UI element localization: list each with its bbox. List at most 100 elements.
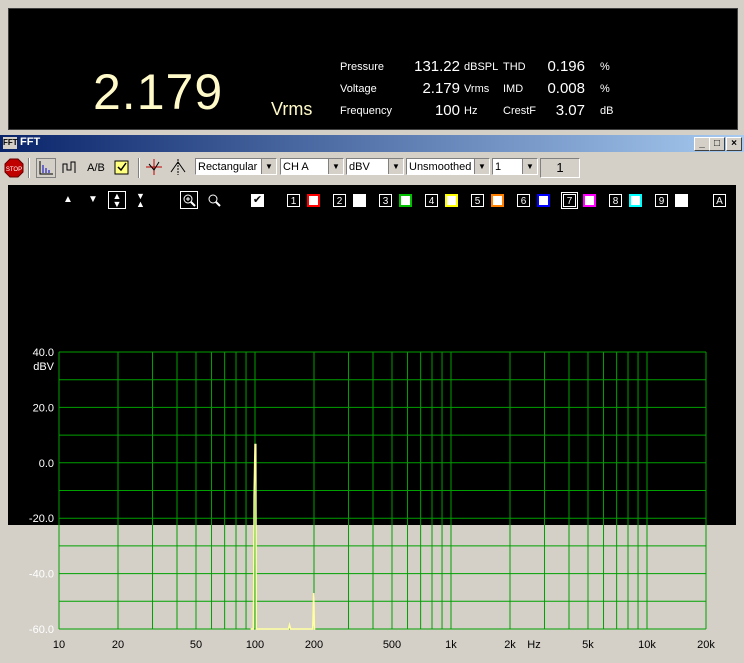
trace-1-color-swatch[interactable] [307,194,320,207]
frequency-unit: Hz [464,105,478,117]
x-tick-label: 10 [53,639,65,651]
zoom-out-button[interactable] [206,192,222,211]
cursor-icon [146,159,162,175]
trace-enable-checkbox[interactable]: ✔ [251,194,264,207]
channel-value: CH A [283,161,309,173]
trace-2-color-swatch[interactable] [353,194,366,207]
chevron-down-icon[interactable]: ▼ [261,159,276,174]
meter-row-pressure: Pressure 131.22 dBSPL THD 0.196 % [340,58,640,76]
x-tick-label: 50 [190,639,202,651]
x-tick-label: 2k [504,639,516,651]
thd-unit: % [600,61,610,73]
trace-6-number[interactable]: 6 [517,194,530,207]
unit-value: dBV [349,161,370,173]
crestf-value: 3.07 [555,102,585,119]
stop-button[interactable]: STOP [4,158,24,178]
trace-9-color-swatch[interactable] [675,194,688,207]
thd-value: 0.196 [547,58,585,75]
trace-7-number[interactable]: 7 [561,192,578,209]
stop-icon: STOP [4,158,24,178]
zoom-out-icon [208,194,221,207]
peak-button[interactable] [168,158,188,178]
scroll-down-icon[interactable]: ▼ [88,194,98,205]
trace-5-color-swatch[interactable] [491,194,504,207]
pressure-label: Pressure [340,61,385,73]
trace-6-color-swatch[interactable] [537,194,550,207]
pressure-value: 131.22 [414,58,460,75]
maximize-button[interactable]: □ [709,137,725,151]
svg-text:STOP: STOP [6,167,22,173]
trace-4-number[interactable]: 4 [425,194,438,207]
toolbar-separator [28,158,30,178]
checklist-icon [114,160,129,175]
imd-value: 0.008 [547,80,585,97]
x-tick-label: 20 [112,639,124,651]
meter-display: 2.179 Vrms Pressure 131.22 dBSPL THD 0.1… [8,8,738,130]
meter-row-frequency: Frequency 100 Hz CrestF 3.07 dB [340,102,640,120]
spectrum-icon [39,161,53,175]
voltage-label: Voltage [340,83,377,95]
trace-4-color-swatch[interactable] [445,194,458,207]
pressure-unit: dBSPL [464,61,499,73]
imd-unit: % [600,83,610,95]
toolbar: STOP A/B Rectangular ▼ CH A ▼ dBV ▼ Unsm… [0,154,744,182]
trace-7-color-swatch[interactable] [583,194,596,207]
voltage-value: 2.179 [422,80,460,97]
fft-window: FFT FFT _ □ × STOP A/B Rectangular ▼ CH … [0,135,744,651]
meter-panel: 2.179 Vrms Pressure 131.22 dBSPL THD 0.1… [0,0,744,133]
trace-1-number[interactable]: 1 [287,194,300,207]
chevron-down-icon[interactable]: ▼ [328,159,343,174]
ab-compare-button[interactable]: A/B [86,158,106,178]
trace-5-number[interactable]: 5 [471,194,484,207]
crestf-unit: dB [600,105,614,117]
x-tick-label: 1k [445,639,457,651]
title-bar[interactable]: FFT FFT _ □ × [0,135,744,152]
trace-8-color-swatch[interactable] [629,194,642,207]
zoom-in-button[interactable] [180,191,198,209]
x-tick-label: 100 [246,639,264,651]
cursor-button[interactable] [144,158,164,178]
spectrum-view-button[interactable] [36,158,56,178]
checklist-button[interactable] [112,158,132,178]
expand-vertical-icon[interactable]: ▲ ▼ [108,191,126,209]
average-select[interactable]: 1 ▼ [492,158,538,175]
main-reading: 2.179 [93,64,224,120]
window-title: FFT [20,136,41,148]
x-tick-label: 5k [582,639,594,651]
plot-area[interactable] [8,185,736,525]
main-reading-unit: Vrms [271,99,313,119]
close-button[interactable]: × [726,137,742,151]
chevron-down-icon[interactable]: ▼ [522,159,537,174]
trace-8-number[interactable]: 8 [609,194,622,207]
trace-3-number[interactable]: 3 [379,194,392,207]
imd-label: IMD [503,83,524,95]
x-tick-label: 20k [697,639,715,651]
average-value: 1 [495,161,502,173]
waveform-icon [62,161,76,173]
fft-app-icon[interactable]: FFT [3,137,18,149]
average-counter: 1 [540,158,580,178]
frequency-label: Frequency [340,105,392,117]
channel-select[interactable]: CH A ▼ [280,158,344,175]
trace-9-number[interactable]: 9 [655,194,668,207]
trace-a-button[interactable]: A [713,194,726,207]
minimize-button[interactable]: _ [694,137,710,151]
toolbar-separator [138,158,140,178]
scroll-up-icon[interactable]: ▲ [63,194,73,205]
window-type-select[interactable]: Rectangular ▼ [195,158,277,175]
trace-2-number[interactable]: 2 [333,194,346,207]
voltage-unit: Vrms [464,83,490,95]
meter-row-voltage: Voltage 2.179 Vrms IMD 0.008 % [340,80,640,98]
thd-label: THD [503,61,526,73]
peak-icon [170,159,186,175]
waveform-view-button[interactable] [60,158,80,178]
chevron-down-icon[interactable]: ▼ [388,159,403,174]
unit-select[interactable]: dBV ▼ [346,158,404,175]
compress-vertical-icon[interactable]: ▼ ▲ [136,192,145,209]
x-axis-label: Hz [527,639,540,651]
smoothing-select[interactable]: Unsmoothed ▼ [406,158,490,175]
y-tick-label: -40.0 [29,569,54,581]
trace-3-color-swatch[interactable] [399,194,412,207]
chevron-down-icon[interactable]: ▼ [474,159,489,174]
frequency-value: 100 [434,102,460,119]
